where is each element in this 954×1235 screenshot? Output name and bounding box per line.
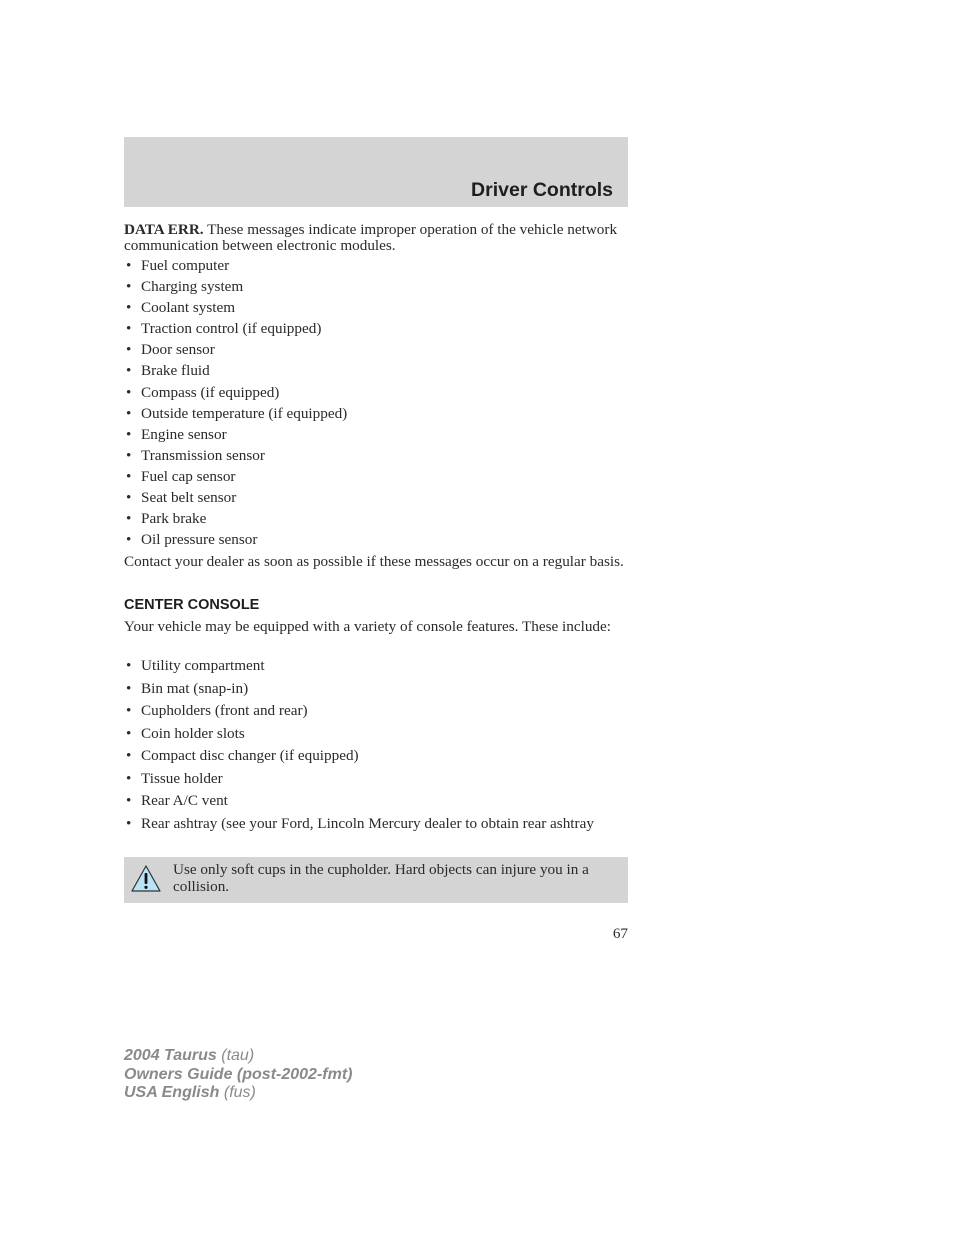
bullet-icon: •	[126, 446, 132, 464]
list-item: • Traction control (if equipped)	[124, 321, 628, 337]
list-item-text: Door sensor	[141, 341, 215, 359]
list-item: • Seat belt sensor	[124, 490, 628, 506]
data-err-paragraph: DATA ERR. These messages indicate improp…	[124, 222, 628, 253]
bullet-icon: •	[126, 467, 132, 485]
list-item-text: Seat belt sensor	[141, 489, 237, 507]
bullet-icon: •	[126, 531, 132, 549]
list-item-text: Brake fluid	[141, 362, 210, 380]
list-item-text: Cupholders (front and rear)	[141, 702, 308, 719]
list-item: • Oil pressure sensor	[124, 532, 628, 548]
bullet-icon: •	[126, 679, 132, 697]
list-item: • Fuel computer	[124, 258, 628, 274]
center-console-list: • Utility compartment • Bin mat (snap-in) • C…	[124, 658, 628, 838]
list-item-text: Park brake	[141, 510, 207, 528]
list-item: • Compass (if equipped)	[124, 383, 628, 401]
list-item-text: Engine sensor	[141, 425, 227, 443]
bullet-icon: •	[126, 299, 132, 317]
footer-language: USA English	[124, 1084, 220, 1101]
chapter-header-band: Driver Controls	[124, 137, 628, 207]
bullet-icon: •	[126, 341, 132, 359]
bullet-icon: •	[126, 510, 132, 528]
list-item-text: Compass (if equipped)	[141, 383, 280, 401]
bullet-icon: •	[126, 792, 132, 809]
bullet-icon: •	[126, 657, 132, 674]
list-item-text: Outside temperature (if equipped)	[141, 404, 348, 422]
list-item: • Coin holder slots	[124, 724, 628, 742]
list-item-text: Fuel cap sensor	[141, 467, 236, 485]
footer-guide: Owners Guide (post-2002-fmt)	[124, 1065, 353, 1083]
bullet-icon: •	[126, 702, 132, 719]
warning-text: Use only soft cups in the cupholder. Har…	[173, 861, 589, 895]
list-item: • Coolant system	[124, 300, 628, 316]
contact-dealer-paragraph: Contact your dealer as soon as possible …	[124, 553, 624, 570]
data-err-list: • Fuel computer • Charging system • Coolant s…	[124, 258, 628, 553]
bullet-icon: •	[126, 814, 132, 832]
list-item-text: Oil pressure sensor	[141, 531, 258, 549]
list-item-text: Compact disc changer (if equipped)	[141, 747, 359, 764]
center-console-heading: CENTER CONSOLE	[124, 597, 260, 613]
warning-triangle-icon	[131, 865, 161, 892]
chapter-title: Driver Controls	[471, 179, 613, 201]
center-console-intro: Your vehicle may be equipped with a vari…	[124, 618, 611, 635]
bullet-icon: •	[126, 257, 132, 274]
bullet-icon: •	[126, 383, 132, 401]
list-item: • Utility compartment	[124, 658, 628, 674]
page-number: 67	[612, 925, 628, 942]
bullet-icon: •	[126, 724, 132, 742]
bullet-icon: •	[126, 425, 132, 443]
bullet-icon: •	[126, 362, 132, 380]
warning-box: Use only soft cups in the cupholder. Har…	[124, 857, 628, 903]
list-item-text: Utility compartment	[141, 657, 265, 674]
bullet-icon: •	[126, 404, 132, 422]
list-item: • Rear ashtray (see your Ford, Lincoln Me…	[124, 814, 628, 832]
list-item: • Transmission sensor	[124, 448, 628, 464]
bullet-icon: •	[126, 278, 132, 296]
list-item-text: Tissue holder	[141, 769, 223, 787]
list-item-text: Charging system	[141, 278, 244, 296]
list-item: • Park brake	[124, 511, 628, 527]
list-item: • Cupholders (front and rear)	[124, 703, 628, 719]
list-item-text: Coin holder slots	[141, 724, 245, 742]
list-item-text: Traction control (if equipped)	[141, 320, 322, 338]
list-item: • Rear A/C vent	[124, 793, 628, 809]
list-item-text: Rear A/C vent	[141, 792, 228, 809]
bullet-icon: •	[126, 489, 132, 507]
data-err-lead: DATA ERR.	[124, 221, 204, 238]
list-item: • Compact disc changer (if equipped)	[124, 748, 628, 764]
list-item-text: Fuel computer	[141, 257, 230, 274]
footer-model: 2004 Taurus	[124, 1047, 217, 1064]
list-item-text: Coolant system	[141, 299, 236, 317]
list-item: • Engine sensor	[124, 427, 628, 443]
footer-model-code: (tau)	[216, 1047, 255, 1064]
list-item-text: Rear ashtray (see your Ford, Lincoln Mer…	[141, 814, 594, 832]
list-item-text: Transmission sensor	[141, 446, 265, 464]
footer-language-code: (fus)	[219, 1084, 256, 1101]
list-item-text: Bin mat (snap-in)	[141, 679, 249, 697]
document-footer: 2004 Taurus (tau) Owners Guide (post-200…	[124, 1047, 352, 1103]
list-item: • Brake fluid	[124, 363, 628, 379]
list-item: • Bin mat (snap-in)	[124, 679, 628, 697]
list-item: • Fuel cap sensor	[124, 469, 628, 485]
list-item: • Outside temperature (if equipped)	[124, 404, 628, 422]
list-item: • Charging system	[124, 279, 628, 295]
bullet-icon: •	[126, 769, 132, 787]
list-item: • Tissue holder	[124, 769, 628, 787]
list-item: • Door sensor	[124, 342, 628, 358]
bullet-icon: •	[126, 747, 132, 764]
bullet-icon: •	[126, 320, 132, 338]
